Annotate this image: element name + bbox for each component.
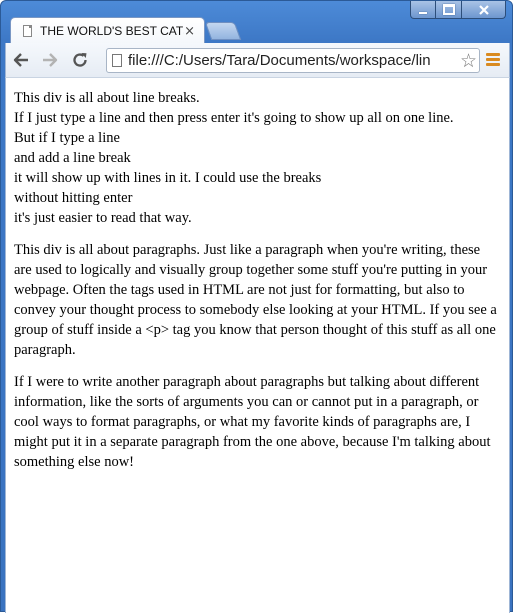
browser-window: THE WORLD'S BEST CATS × file:///C:/Users… xyxy=(0,0,513,613)
linebreak-section: This div is all about line breaks. If I … xyxy=(14,88,501,228)
forward-button[interactable] xyxy=(40,50,60,70)
menu-icon[interactable] xyxy=(486,53,500,68)
tab-close-button[interactable]: × xyxy=(184,24,195,39)
paragraph: This div is all about paragraphs. Just l… xyxy=(14,242,497,358)
maximize-button[interactable] xyxy=(436,1,462,19)
back-button[interactable] xyxy=(11,50,31,70)
page-icon xyxy=(112,54,122,67)
text-line: If I just type a line and then press ent… xyxy=(14,110,454,126)
close-icon xyxy=(478,4,489,15)
paragraph: If I were to write another paragraph abo… xyxy=(14,374,491,470)
reload-icon xyxy=(73,53,87,67)
text-line: But if I type a line xyxy=(14,130,120,146)
browser-tab[interactable]: THE WORLD'S BEST CATS × xyxy=(10,17,205,44)
text-line: it's just easier to read that way. xyxy=(14,210,192,226)
text-line: it will show up with lines in it. I coul… xyxy=(14,170,322,186)
url-text[interactable]: file:///C:/Users/Tara/Documents/workspac… xyxy=(128,52,479,69)
text-line: and add a line break xyxy=(14,150,131,166)
minimize-icon xyxy=(419,11,427,14)
text-line: This div is all about line breaks. xyxy=(14,90,200,106)
address-bar[interactable]: file:///C:/Users/Tara/Documents/workspac… xyxy=(106,48,480,73)
close-window-button[interactable] xyxy=(462,1,506,19)
star-icon[interactable]: ☆ xyxy=(457,50,477,72)
tab-title: THE WORLD'S BEST CATS xyxy=(40,24,185,38)
maximize-icon xyxy=(442,4,455,15)
forward-arrow-icon xyxy=(43,53,58,67)
window-controls xyxy=(410,1,506,19)
new-tab-button[interactable] xyxy=(204,22,242,40)
text-line: without hitting enter xyxy=(14,190,133,206)
page-icon xyxy=(23,25,32,37)
browser-toolbar: file:///C:/Users/Tara/Documents/workspac… xyxy=(5,43,510,77)
page-content: This div is all about line breaks. If I … xyxy=(5,77,510,613)
minimize-button[interactable] xyxy=(410,1,436,19)
reload-button[interactable] xyxy=(70,50,90,70)
back-arrow-icon xyxy=(13,53,28,67)
